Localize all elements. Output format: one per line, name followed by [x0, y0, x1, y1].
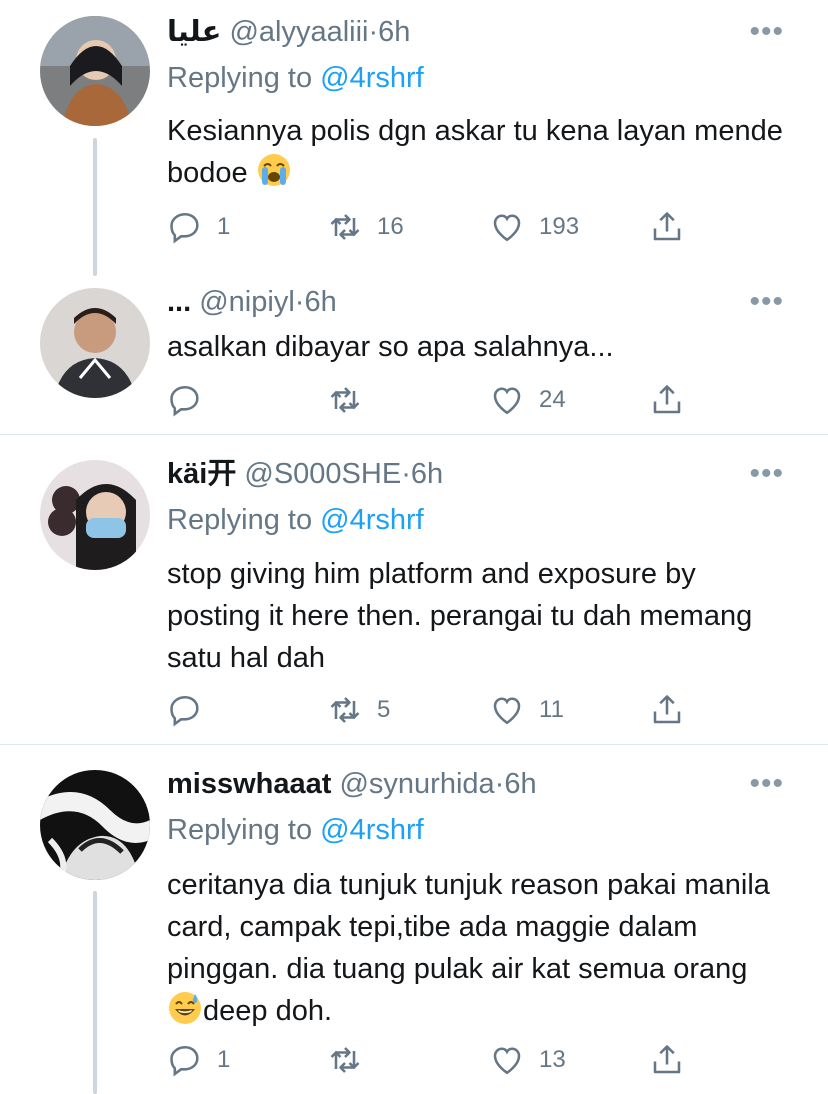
share-button[interactable]	[649, 382, 685, 418]
share-icon	[653, 1045, 681, 1074]
reply-button[interactable]: 1	[167, 209, 230, 245]
replying-to: Replying to @4rshrf	[167, 502, 424, 538]
user-handle[interactable]: @nipiyl	[199, 286, 295, 318]
avatar[interactable]	[40, 770, 150, 880]
retweet-button[interactable]	[327, 382, 377, 418]
tweet-actions: 24	[167, 382, 727, 418]
reply-button[interactable]	[167, 692, 217, 728]
share-icon	[653, 212, 681, 241]
heart-icon	[493, 1047, 521, 1075]
tweet-actions: 1 16 193	[167, 209, 727, 245]
avatar[interactable]	[40, 16, 150, 126]
replying-to-mention[interactable]: @4rshrf	[320, 814, 424, 846]
display-name[interactable]: misswhaaat	[167, 768, 331, 800]
tweet-text-content: stop giving him platform and exposure by…	[167, 558, 753, 674]
timestamp[interactable]: 6h	[378, 16, 410, 48]
timestamp[interactable]: 6h	[304, 286, 336, 318]
tweet-header: ... @nipiyl·6h	[167, 284, 337, 320]
share-icon	[653, 385, 681, 414]
retweet-count: 16	[377, 213, 404, 240]
reply-button[interactable]	[167, 382, 217, 418]
display-name[interactable]: ...	[167, 286, 191, 318]
retweet-count: 5	[377, 696, 391, 723]
thread-line	[93, 891, 97, 1094]
tweet-text: Kesiannya polis dgn askar tu kena layan …	[167, 110, 787, 194]
more-options-icon[interactable]: •••	[749, 769, 784, 799]
replying-to-label: Replying to	[167, 814, 321, 846]
replying-to: Replying to @4rshrf	[167, 60, 424, 96]
separator-dot: ·	[494, 768, 505, 800]
like-count: 11	[539, 696, 564, 723]
reply-icon	[170, 1045, 199, 1077]
retweet-icon	[330, 214, 360, 240]
tweet-actions: 5 11	[167, 692, 727, 728]
share-button[interactable]	[649, 692, 685, 728]
user-handle[interactable]: @alyyaaliii	[229, 16, 368, 48]
replying-to-mention[interactable]: @4rshrf	[320, 62, 424, 94]
retweet-icon	[330, 387, 360, 413]
tweet-header: käi开 @S000SHE·6h	[167, 456, 443, 492]
thread-line	[93, 138, 97, 276]
separator-dot: ·	[368, 16, 379, 48]
heart-icon	[493, 387, 521, 415]
reply-icon	[170, 695, 199, 727]
user-handle[interactable]: @synurhida	[339, 768, 494, 800]
share-icon	[653, 695, 681, 724]
heart-icon	[493, 214, 521, 242]
display-name[interactable]: عليا	[167, 16, 221, 48]
replying-to-label: Replying to	[167, 62, 321, 94]
reply-count: 1	[217, 1046, 231, 1073]
reply-count: 1	[217, 213, 231, 240]
like-count: 24	[539, 386, 566, 413]
retweet-button[interactable]: 16	[327, 209, 404, 245]
like-button[interactable]: 13	[489, 1042, 566, 1078]
tweet-text-content: ceritanya dia tunjuk tunjuk reason pakai…	[167, 869, 770, 985]
share-button[interactable]	[649, 209, 685, 245]
avatar[interactable]	[40, 460, 150, 570]
loudly-crying-face-icon	[257, 154, 290, 186]
separator-dot: ·	[401, 458, 411, 490]
grinning-face-with-sweat-icon	[169, 992, 201, 1024]
retweet-button[interactable]	[327, 1042, 377, 1078]
retweet-button[interactable]: 5	[327, 692, 390, 728]
divider	[0, 434, 828, 435]
reply-icon	[170, 212, 199, 244]
tweet-text: stop giving him platform and exposure by…	[167, 553, 787, 679]
like-button[interactable]: 11	[489, 692, 564, 728]
heart-icon	[493, 697, 521, 725]
tweet-actions: 1 13	[167, 1042, 727, 1078]
like-button[interactable]: 193	[489, 209, 579, 245]
timestamp[interactable]: 6h	[504, 768, 536, 800]
tweet-header: عليا @alyyaaliii·6h	[167, 14, 410, 50]
avatar[interactable]	[40, 288, 150, 398]
reply-button[interactable]: 1	[167, 1042, 230, 1078]
reply-icon	[170, 385, 199, 417]
replying-to-label: Replying to	[167, 504, 321, 536]
replying-to-mention[interactable]: @4rshrf	[320, 504, 424, 536]
retweet-icon	[330, 1047, 360, 1073]
display-name[interactable]: käi开	[167, 458, 236, 490]
more-options-icon[interactable]: •••	[749, 17, 784, 47]
replying-to: Replying to @4rshrf	[167, 812, 424, 848]
like-count: 13	[539, 1046, 566, 1073]
timestamp[interactable]: 6h	[411, 458, 443, 490]
share-button[interactable]	[649, 1042, 685, 1078]
tweet-text: asalkan dibayar so apa salahnya...	[167, 326, 787, 368]
like-button[interactable]: 24	[489, 382, 566, 418]
like-count: 193	[539, 213, 580, 240]
separator-dot: ·	[294, 286, 305, 318]
tweet-text-content-end: deep doh.	[203, 995, 333, 1027]
tweet-header: misswhaaat @synurhida·6h	[167, 766, 537, 802]
more-options-icon[interactable]: •••	[749, 459, 784, 489]
tweet-text: ceritanya dia tunjuk tunjuk reason pakai…	[167, 864, 787, 1032]
retweet-icon	[330, 697, 360, 723]
divider	[0, 744, 828, 745]
user-handle[interactable]: @S000SHE	[244, 458, 401, 490]
tweet-text-content: asalkan dibayar so apa salahnya...	[167, 331, 614, 363]
more-options-icon[interactable]: •••	[749, 287, 784, 317]
